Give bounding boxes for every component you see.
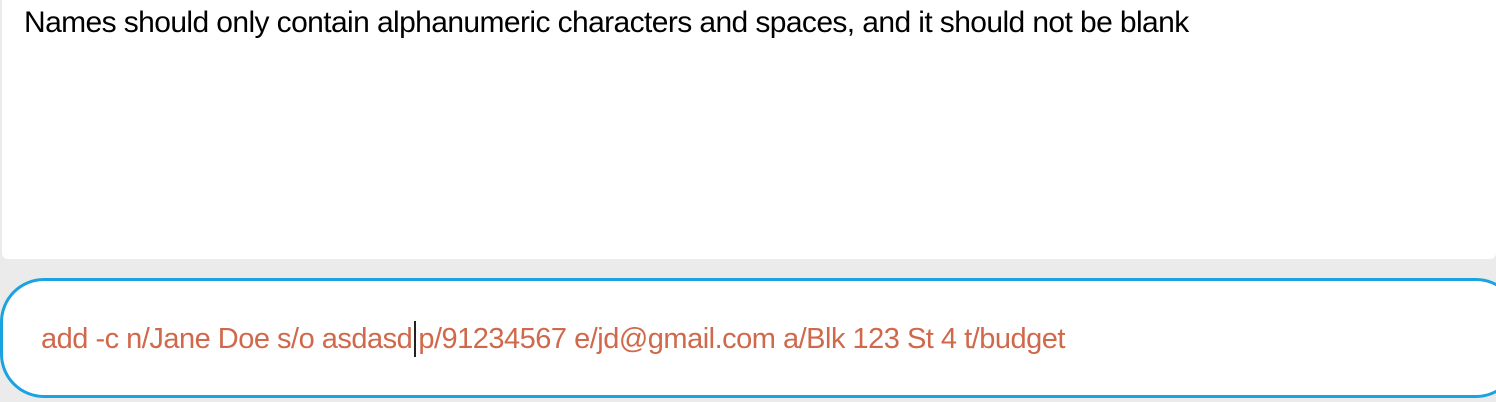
command-box[interactable]: add -c n/Jane Doe s/o asdasd p/91234567 … [0,278,1496,398]
command-text-after-caret: p/91234567 e/jd@gmail.com a/Blk 123 St 4… [418,323,1065,355]
app-window: Names should only contain alphanumeric c… [0,0,1496,402]
text-caret [414,321,417,357]
command-text-before-caret: add -c n/Jane Doe s/o asdasd [41,323,413,355]
result-message: Names should only contain alphanumeric c… [24,6,1189,39]
result-display-panel: Names should only contain alphanumeric c… [2,0,1496,259]
command-input[interactable]: add -c n/Jane Doe s/o asdasd p/91234567 … [41,319,1065,359]
